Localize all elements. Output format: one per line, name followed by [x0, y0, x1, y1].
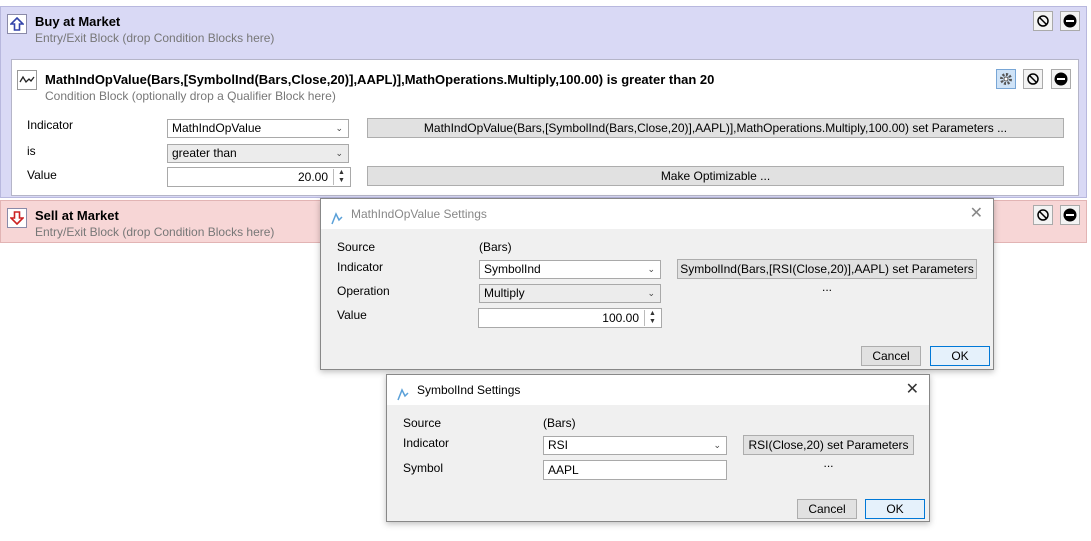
value-label: Value	[337, 308, 367, 322]
block-title: Buy at Market	[35, 14, 121, 29]
chevron-down-icon: ⌄	[713, 440, 721, 450]
remove-button[interactable]	[1060, 205, 1080, 225]
ok-button[interactable]: OK	[930, 346, 990, 366]
chevron-down-icon: ⌄	[647, 288, 655, 298]
up-arrow-icon	[7, 14, 27, 34]
dialog-title-bar[interactable]: MathIndOpValue Settings ✕	[321, 199, 993, 229]
symbol-label: Symbol	[403, 461, 444, 475]
block-title: Sell at Market	[35, 208, 119, 223]
source-value: (Bars)	[543, 416, 576, 430]
operation-label: Operation	[337, 284, 390, 298]
app-icon	[396, 383, 410, 413]
comparison-select[interactable]: greater than ⌄	[167, 144, 349, 163]
mathindopvalue-settings-dialog[interactable]: MathIndOpValue Settings ✕ Source (Bars) …	[320, 198, 994, 370]
source-value: (Bars)	[479, 240, 512, 254]
make-optimizable-button[interactable]: Make Optimizable ...	[367, 166, 1064, 186]
disable-icon	[1037, 209, 1049, 221]
ok-button[interactable]: OK	[865, 499, 925, 519]
remove-button[interactable]	[1051, 69, 1071, 89]
spin-buttons[interactable]: ▲ ▼	[333, 169, 349, 185]
down-arrow-icon	[7, 208, 27, 228]
indicator-select-value: RSI	[548, 438, 569, 452]
source-label: Source	[403, 416, 442, 430]
indicator-label: Indicator	[27, 118, 74, 132]
indicator-select-value: MathIndOpValue	[172, 121, 262, 135]
remove-icon	[1063, 14, 1077, 28]
spin-down-icon[interactable]: ▼	[645, 318, 660, 326]
indicator-label: Indicator	[337, 260, 384, 274]
condition-block[interactable]: MathIndOpValue(Bars,[SymbolInd(Bars,Clos…	[11, 59, 1079, 196]
value-stepper[interactable]: 20.00 ▲ ▼	[167, 167, 351, 187]
comparison-select-value: greater than	[172, 146, 237, 160]
source-label: Source	[337, 240, 376, 254]
spin-up-icon[interactable]: ▲	[334, 169, 349, 177]
disable-icon	[1027, 73, 1039, 85]
dialog-title: SymbolInd Settings	[417, 383, 521, 397]
chevron-down-icon: ⌄	[647, 264, 655, 274]
value-stepper[interactable]: 100.00 ▲ ▼	[478, 308, 662, 328]
settings-button[interactable]	[996, 69, 1016, 89]
value-stepper-value: 20.00	[297, 170, 328, 184]
disable-button[interactable]	[1033, 11, 1053, 31]
condition-subtitle: Condition Block (optionally drop a Quali…	[45, 89, 336, 103]
remove-icon	[1054, 72, 1068, 86]
remove-button[interactable]	[1060, 11, 1080, 31]
dialog-title-bar[interactable]: SymbolInd Settings ✕	[387, 375, 929, 405]
operation-select[interactable]: Multiply ⌄	[479, 284, 661, 303]
block-subtitle: Entry/Exit Block (drop Condition Blocks …	[35, 31, 275, 45]
condition-title: MathIndOpValue(Bars,[SymbolInd(Bars,Clos…	[45, 72, 715, 87]
indicator-select-value: SymbolInd	[484, 262, 541, 276]
symbol-input[interactable]: AAPL	[543, 460, 727, 480]
buy-at-market-block[interactable]: Buy at Market Entry/Exit Block (drop Con…	[0, 6, 1087, 198]
spin-buttons[interactable]: ▲ ▼	[644, 310, 660, 326]
remove-icon	[1063, 208, 1077, 222]
block-subtitle: Entry/Exit Block (drop Condition Blocks …	[35, 225, 275, 239]
operation-select-value: Multiply	[484, 286, 525, 300]
indicator-set-parameters-button[interactable]: MathIndOpValue(Bars,[SymbolInd(Bars,Clos…	[367, 118, 1064, 138]
indicator-select[interactable]: MathIndOpValue ⌄	[167, 119, 349, 138]
disable-button[interactable]	[1023, 69, 1043, 89]
cancel-button[interactable]: Cancel	[797, 499, 857, 519]
wave-icon	[17, 70, 37, 90]
indicator-set-parameters-button[interactable]: RSI(Close,20) set Parameters ...	[743, 435, 914, 470]
disable-icon	[1037, 15, 1049, 27]
symbolind-settings-dialog[interactable]: SymbolInd Settings ✕ Source (Bars) Indic…	[386, 374, 930, 522]
cancel-button[interactable]: Cancel	[861, 346, 921, 366]
disable-button[interactable]	[1033, 205, 1053, 225]
indicator-set-parameters-button[interactable]: SymbolInd(Bars,[RSI(Close,20)],AAPL) set…	[677, 259, 977, 294]
dialog-title: MathIndOpValue Settings	[351, 207, 487, 221]
value-stepper-value: 100.00	[602, 311, 639, 325]
gear-icon	[1000, 73, 1012, 85]
symbol-input-value: AAPL	[548, 463, 579, 477]
close-icon[interactable]: ✕	[970, 199, 983, 229]
spin-up-icon[interactable]: ▲	[645, 310, 660, 318]
value-label: Value	[27, 168, 57, 182]
indicator-label: Indicator	[403, 436, 450, 450]
close-icon[interactable]: ✕	[906, 375, 919, 405]
app-icon	[330, 207, 344, 237]
chevron-down-icon: ⌄	[335, 148, 343, 158]
chevron-down-icon: ⌄	[335, 123, 343, 133]
indicator-select[interactable]: RSI ⌄	[543, 436, 727, 455]
indicator-select[interactable]: SymbolInd ⌄	[479, 260, 661, 279]
spin-down-icon[interactable]: ▼	[334, 177, 349, 185]
is-label: is	[27, 144, 36, 158]
